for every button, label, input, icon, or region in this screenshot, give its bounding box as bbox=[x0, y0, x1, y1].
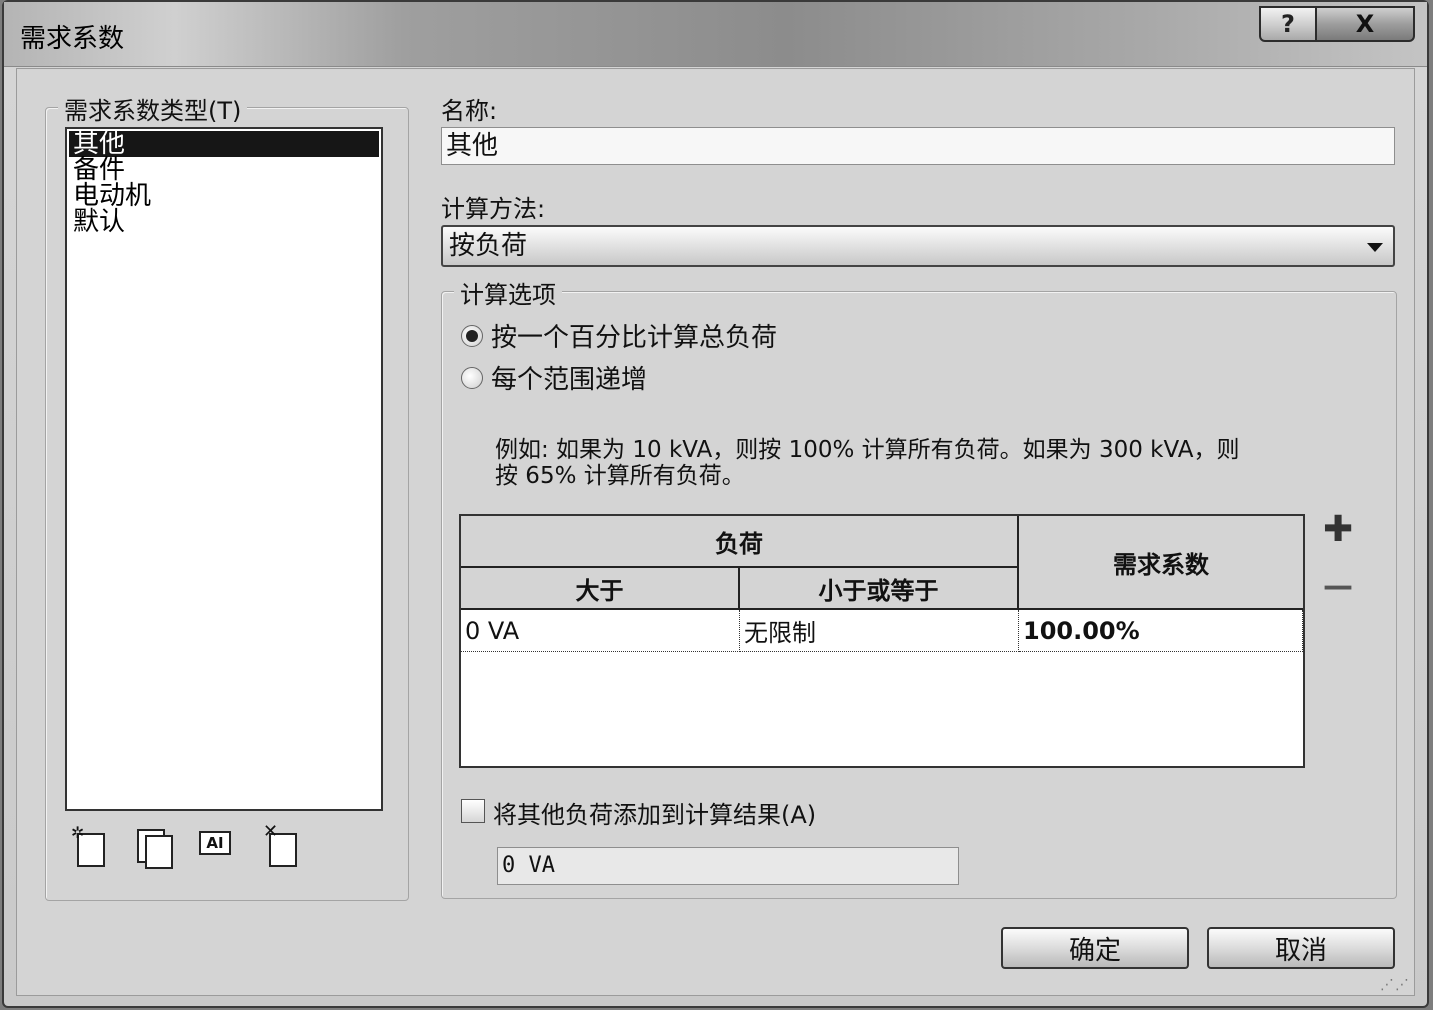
resize-grip-icon[interactable]: ⋰⋰ bbox=[1380, 977, 1410, 993]
list-item[interactable]: 其他 bbox=[69, 131, 379, 157]
demand-factor-types-label: 需求系数类型(T) bbox=[58, 91, 248, 126]
close-button[interactable]: X bbox=[1317, 6, 1415, 42]
window-title: 需求系数 bbox=[20, 24, 125, 54]
radio-incremental[interactable]: 每个范围递增 bbox=[461, 359, 647, 396]
list-item[interactable]: 默认 bbox=[69, 209, 379, 235]
add-other-loads-label: 将其他负荷添加到计算结果(A) bbox=[493, 801, 817, 829]
example-text: 例如: 如果为 10 kVA，则按 100% 计算所有负荷。如果为 300 kV… bbox=[495, 437, 1240, 489]
column-header-load: 负荷 bbox=[461, 516, 1019, 568]
cancel-button[interactable]: 取消 bbox=[1207, 927, 1395, 969]
dialog-content: 需求系数类型(T) 其他 备件 电动机 默认 ✲ AI ✕ 名称: 其他 计算方… bbox=[16, 68, 1415, 996]
ok-button[interactable]: 确定 bbox=[1001, 927, 1189, 969]
cell-greater[interactable]: 0 VA bbox=[461, 610, 740, 652]
add-row-icon[interactable]: ✚ bbox=[1323, 509, 1353, 550]
cell-demand-factor[interactable]: 100.00% bbox=[1019, 610, 1303, 652]
column-header-demand-factor[interactable]: 需求系数 bbox=[1019, 516, 1303, 610]
column-header-greater[interactable]: 大于 bbox=[461, 568, 740, 610]
title-bar[interactable]: 需求系数 ? X bbox=[4, 2, 1427, 67]
other-loads-field[interactable]: 0 VA bbox=[497, 847, 959, 885]
remove-row-icon[interactable]: — bbox=[1323, 569, 1353, 604]
radio-button[interactable] bbox=[461, 324, 483, 347]
rename-type-icon[interactable]: AI bbox=[199, 827, 233, 865]
demand-factor-types-list[interactable]: 其他 备件 电动机 默认 bbox=[65, 127, 383, 811]
duplicate-type-icon[interactable] bbox=[135, 827, 173, 869]
list-item[interactable]: 电动机 bbox=[69, 183, 379, 209]
calculation-method-value: 按负荷 bbox=[449, 231, 528, 261]
add-other-loads-checkbox[interactable] bbox=[461, 799, 485, 823]
new-type-icon[interactable]: ✲ bbox=[71, 823, 105, 867]
name-label: 名称: bbox=[441, 97, 498, 125]
calculation-method-select[interactable]: 按负荷 bbox=[441, 225, 1395, 267]
cell-less-equal[interactable]: 无限制 bbox=[740, 610, 1019, 652]
type-toolbar: ✲ AI ✕ bbox=[71, 821, 297, 869]
radio-percent-total-label: 按一个百分比计算总负荷 bbox=[491, 323, 778, 353]
radio-percent-total[interactable]: 按一个百分比计算总负荷 bbox=[461, 317, 777, 354]
chevron-down-icon bbox=[1367, 243, 1383, 252]
calculation-options-label: 计算选项 bbox=[454, 275, 562, 310]
list-item[interactable]: 备件 bbox=[69, 157, 379, 183]
name-field[interactable]: 其他 bbox=[441, 127, 1395, 165]
radio-incremental-label: 每个范围递增 bbox=[491, 365, 648, 395]
delete-type-icon[interactable]: ✕ bbox=[263, 821, 297, 867]
demand-factors-dialog: 需求系数 ? X 需求系数类型(T) 其他 备件 电动机 默认 ✲ AI ✕ 名… bbox=[2, 0, 1429, 1008]
radio-button[interactable] bbox=[461, 366, 483, 389]
calculation-method-label: 计算方法: bbox=[441, 195, 546, 223]
column-header-less-equal[interactable]: 小于或等于 bbox=[740, 568, 1019, 610]
help-button[interactable]: ? bbox=[1259, 6, 1317, 42]
demand-factor-table: 负荷 大于 小于或等于 需求系数 0 VA 无限制 100.00% bbox=[459, 514, 1305, 768]
